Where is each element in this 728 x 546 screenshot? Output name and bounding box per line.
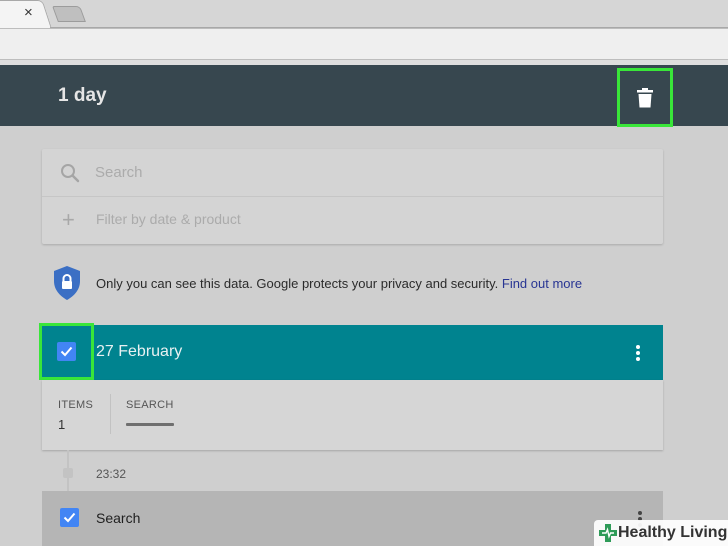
tab-close-icon[interactable]: × <box>24 5 33 21</box>
timeline-dot <box>63 468 73 478</box>
cross-logo-icon <box>599 524 617 542</box>
find-out-more-link[interactable]: Find out more <box>502 276 582 291</box>
items-value: 1 <box>58 417 66 432</box>
checkbox-checked <box>57 342 76 361</box>
day-group-header: 27 February <box>42 325 663 380</box>
search-icon <box>61 164 80 183</box>
browser-tab-bar: × <box>0 0 728 29</box>
check-icon <box>60 346 73 357</box>
search-summary-bar <box>126 423 174 426</box>
trash-icon <box>637 87 653 107</box>
watermark: Healthy Living <box>594 520 728 546</box>
search-row <box>42 149 663 196</box>
entry-checkbox[interactable] <box>60 508 79 527</box>
summary-divider <box>110 394 111 434</box>
address-bar[interactable] <box>0 28 728 60</box>
entry-label: Search <box>96 510 141 526</box>
search-card: + Filter by date & product <box>42 149 663 244</box>
filter-label: Filter by date & product <box>96 211 241 227</box>
items-label: ITEMS <box>58 399 94 411</box>
page-title: 1 day <box>58 85 107 106</box>
day-checkbox[interactable] <box>39 323 94 380</box>
day-title: 27 February <box>96 343 183 360</box>
check-icon <box>63 512 76 523</box>
plus-icon: + <box>62 207 75 232</box>
watermark-text: Healthy Living <box>618 524 728 541</box>
privacy-text: Only you can see this data. Google prote… <box>96 276 582 291</box>
search-summary-label: SEARCH <box>126 399 174 411</box>
shield-lock-icon <box>54 266 80 300</box>
privacy-message: Only you can see this data. Google prote… <box>96 276 499 291</box>
privacy-notice: Only you can see this data. Google prote… <box>52 265 672 305</box>
history-entry[interactable]: Search <box>42 491 663 546</box>
entry-time: 23:32 <box>96 467 127 481</box>
more-vert-icon[interactable] <box>630 343 646 363</box>
new-tab-button[interactable] <box>52 6 86 22</box>
day-summary: ITEMS 1 SEARCH <box>42 380 663 450</box>
search-input[interactable] <box>95 161 635 183</box>
delete-button[interactable] <box>617 68 673 127</box>
filter-button[interactable]: + Filter by date & product <box>42 197 663 244</box>
